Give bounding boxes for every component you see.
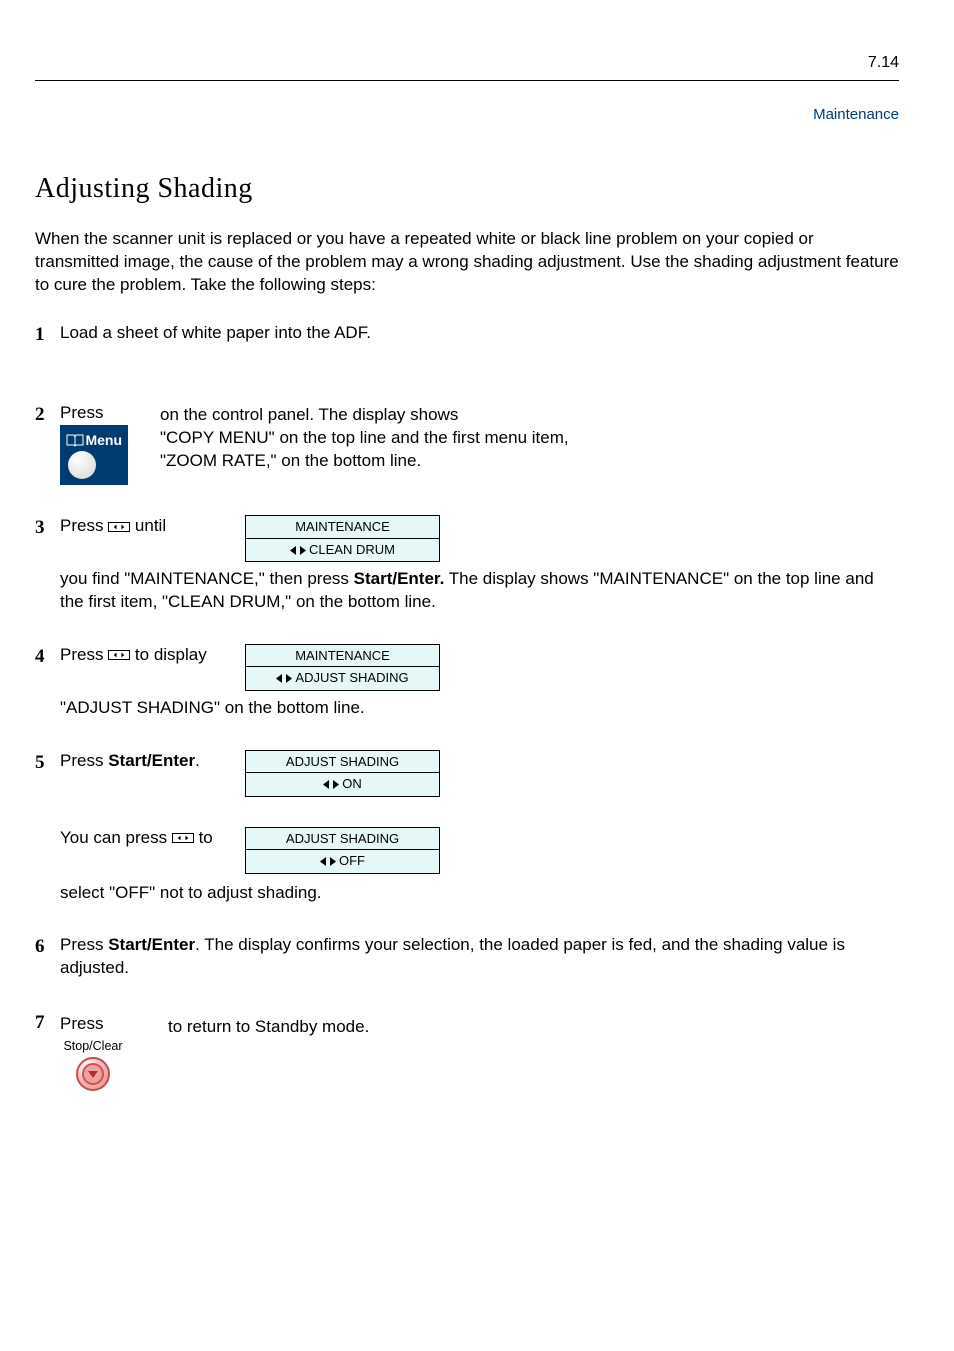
scroll-icon	[108, 516, 135, 535]
chapter-header: Maintenance	[813, 105, 899, 125]
step-7-trail: to return to Standby mode.	[168, 1010, 369, 1039]
step-5-sub: You can press to ADJUST SHADING	[60, 827, 899, 905]
lcd-line-1: MAINTENANCE	[246, 516, 439, 538]
main-content: Adjusting Shading When the scanner unit …	[35, 170, 899, 1108]
scroll-icon	[108, 645, 135, 664]
lcd-line-2: OFF	[246, 849, 439, 872]
lcd-line-1: MAINTENANCE	[246, 645, 439, 667]
step-content: Press Start/Enter. ADJUST SHADING ON	[60, 750, 899, 905]
steps-list: 1 Load a sheet of white paper into the A…	[35, 322, 899, 1097]
step-number: 1	[35, 322, 60, 348]
lcd-line-1: ADJUST SHADING	[246, 751, 439, 773]
lcd-display: ADJUST SHADING ON	[245, 750, 440, 797]
step-content: Press Menu on the control	[60, 402, 899, 485]
section-title: Adjusting Shading	[35, 170, 899, 208]
step-number: 6	[35, 934, 60, 960]
step-content: Press until MAINTENANCE	[60, 515, 899, 614]
left-right-arrows-icon	[276, 670, 292, 688]
step-content: Press Stop/Clear to return to Standby mo…	[60, 1010, 899, 1096]
menu-button-circle-icon	[68, 451, 96, 479]
step-2: 2 Press Menu	[35, 402, 899, 485]
step-number: 7	[35, 1010, 60, 1036]
step-text-before: Press	[60, 403, 103, 422]
step-number: 4	[35, 644, 60, 670]
step-number: 3	[35, 515, 60, 541]
left-right-arrows-icon	[323, 776, 339, 794]
step-7: 7 Press Stop/Clear	[35, 1010, 899, 1096]
lcd-line-2: ADJUST SHADING	[246, 666, 439, 689]
top-rule	[35, 80, 899, 81]
step-4: 4 Press to display MAIN	[35, 644, 899, 720]
scroll-icon	[172, 828, 199, 847]
left-right-arrows-icon	[320, 853, 336, 871]
step-1: 1 Load a sheet of white paper into the A…	[35, 322, 899, 348]
menu-button-label: Menu	[85, 431, 122, 450]
lcd-display: ADJUST SHADING OFF	[245, 827, 440, 874]
step-number: 5	[35, 750, 60, 776]
lcd-line-1: ADJUST SHADING	[246, 828, 439, 850]
page-number-top: 7.14	[868, 52, 899, 74]
step-5-trail: select "OFF" not to adjust shading.	[60, 882, 899, 905]
lcd-line-2: ON	[246, 772, 439, 795]
step-6: 6 Press Start/Enter. The display confirm…	[35, 934, 899, 980]
step-4-trail: "ADJUST SHADING" on the bottom line.	[60, 697, 899, 720]
lcd-line-2: CLEAN DRUM	[246, 538, 439, 561]
step-text-after: on the control panel. The display shows …	[160, 405, 569, 470]
step-3: 3 Press until	[35, 515, 899, 614]
stop-mid-circle-icon	[82, 1063, 104, 1085]
lcd-display: MAINTENANCE ADJUST SHADING	[245, 644, 440, 691]
stop-outer-circle-icon	[76, 1057, 110, 1091]
stop-clear-button-icon: Stop/Clear	[60, 1036, 126, 1096]
step-number: 2	[35, 402, 60, 428]
stop-triangle-icon	[88, 1071, 98, 1078]
step-5: 5 Press Start/Enter. ADJUST SHADING ON	[35, 750, 899, 905]
stop-clear-label: Stop/Clear	[60, 1036, 126, 1055]
step-content: Press Start/Enter. The display confirms …	[60, 934, 899, 980]
lcd-display: MAINTENANCE CLEAN DRUM	[245, 515, 440, 562]
step-text: Press until	[60, 516, 166, 535]
intro-text: When the scanner unit is replaced or you…	[35, 228, 899, 297]
left-right-arrows-icon	[290, 542, 306, 560]
menu-button-icon: Menu	[60, 425, 128, 485]
step-content: Load a sheet of white paper into the ADF…	[60, 322, 899, 345]
step-content: Press to display MAINTENANCE	[60, 644, 899, 720]
